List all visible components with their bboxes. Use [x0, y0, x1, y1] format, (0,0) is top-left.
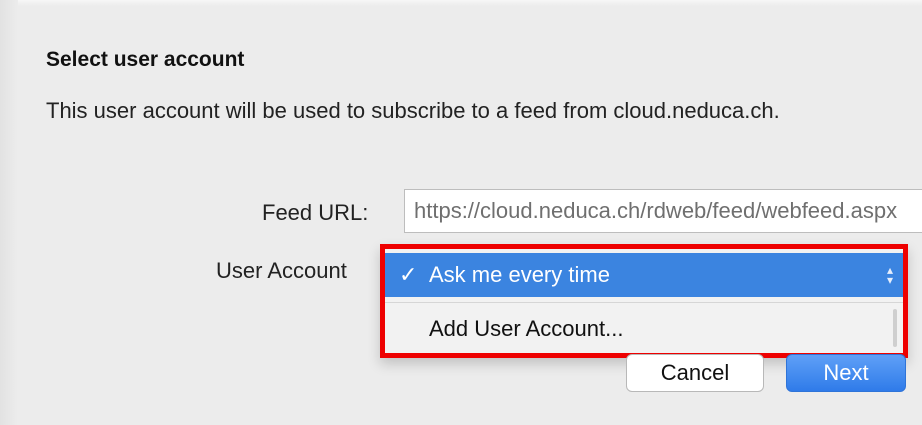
dialog-left-shadow — [0, 0, 18, 425]
feed-url-field[interactable] — [404, 189, 922, 233]
dialog-title: Select user account — [46, 48, 245, 71]
menu-scrollbar[interactable] — [893, 309, 897, 347]
menu-separator — [385, 302, 903, 303]
dialog-description: This user account will be used to subscr… — [46, 98, 780, 123]
next-button[interactable]: Next — [786, 354, 906, 392]
dialog-top-edge — [0, 0, 922, 6]
user-account-dropdown-menu[interactable]: ✓ Ask me every time ▴ ▾ Add User Account.… — [380, 244, 908, 358]
menu-item-add-user-account[interactable]: Add User Account... — [385, 307, 903, 351]
menu-item-label: Add User Account... — [429, 316, 624, 341]
menu-item-label: Ask me every time — [429, 262, 610, 287]
user-account-label: User Account — [216, 258, 347, 283]
cancel-button[interactable]: Cancel — [626, 354, 764, 392]
menu-item-ask-every-time[interactable]: ✓ Ask me every time ▴ ▾ — [385, 253, 903, 297]
feed-url-label: Feed URL: — [262, 200, 369, 225]
account-dialog: Select user account This user account wi… — [0, 0, 922, 425]
checkmark-icon: ✓ — [399, 262, 418, 287]
updown-arrows-icon: ▴ ▾ — [886, 263, 894, 287]
